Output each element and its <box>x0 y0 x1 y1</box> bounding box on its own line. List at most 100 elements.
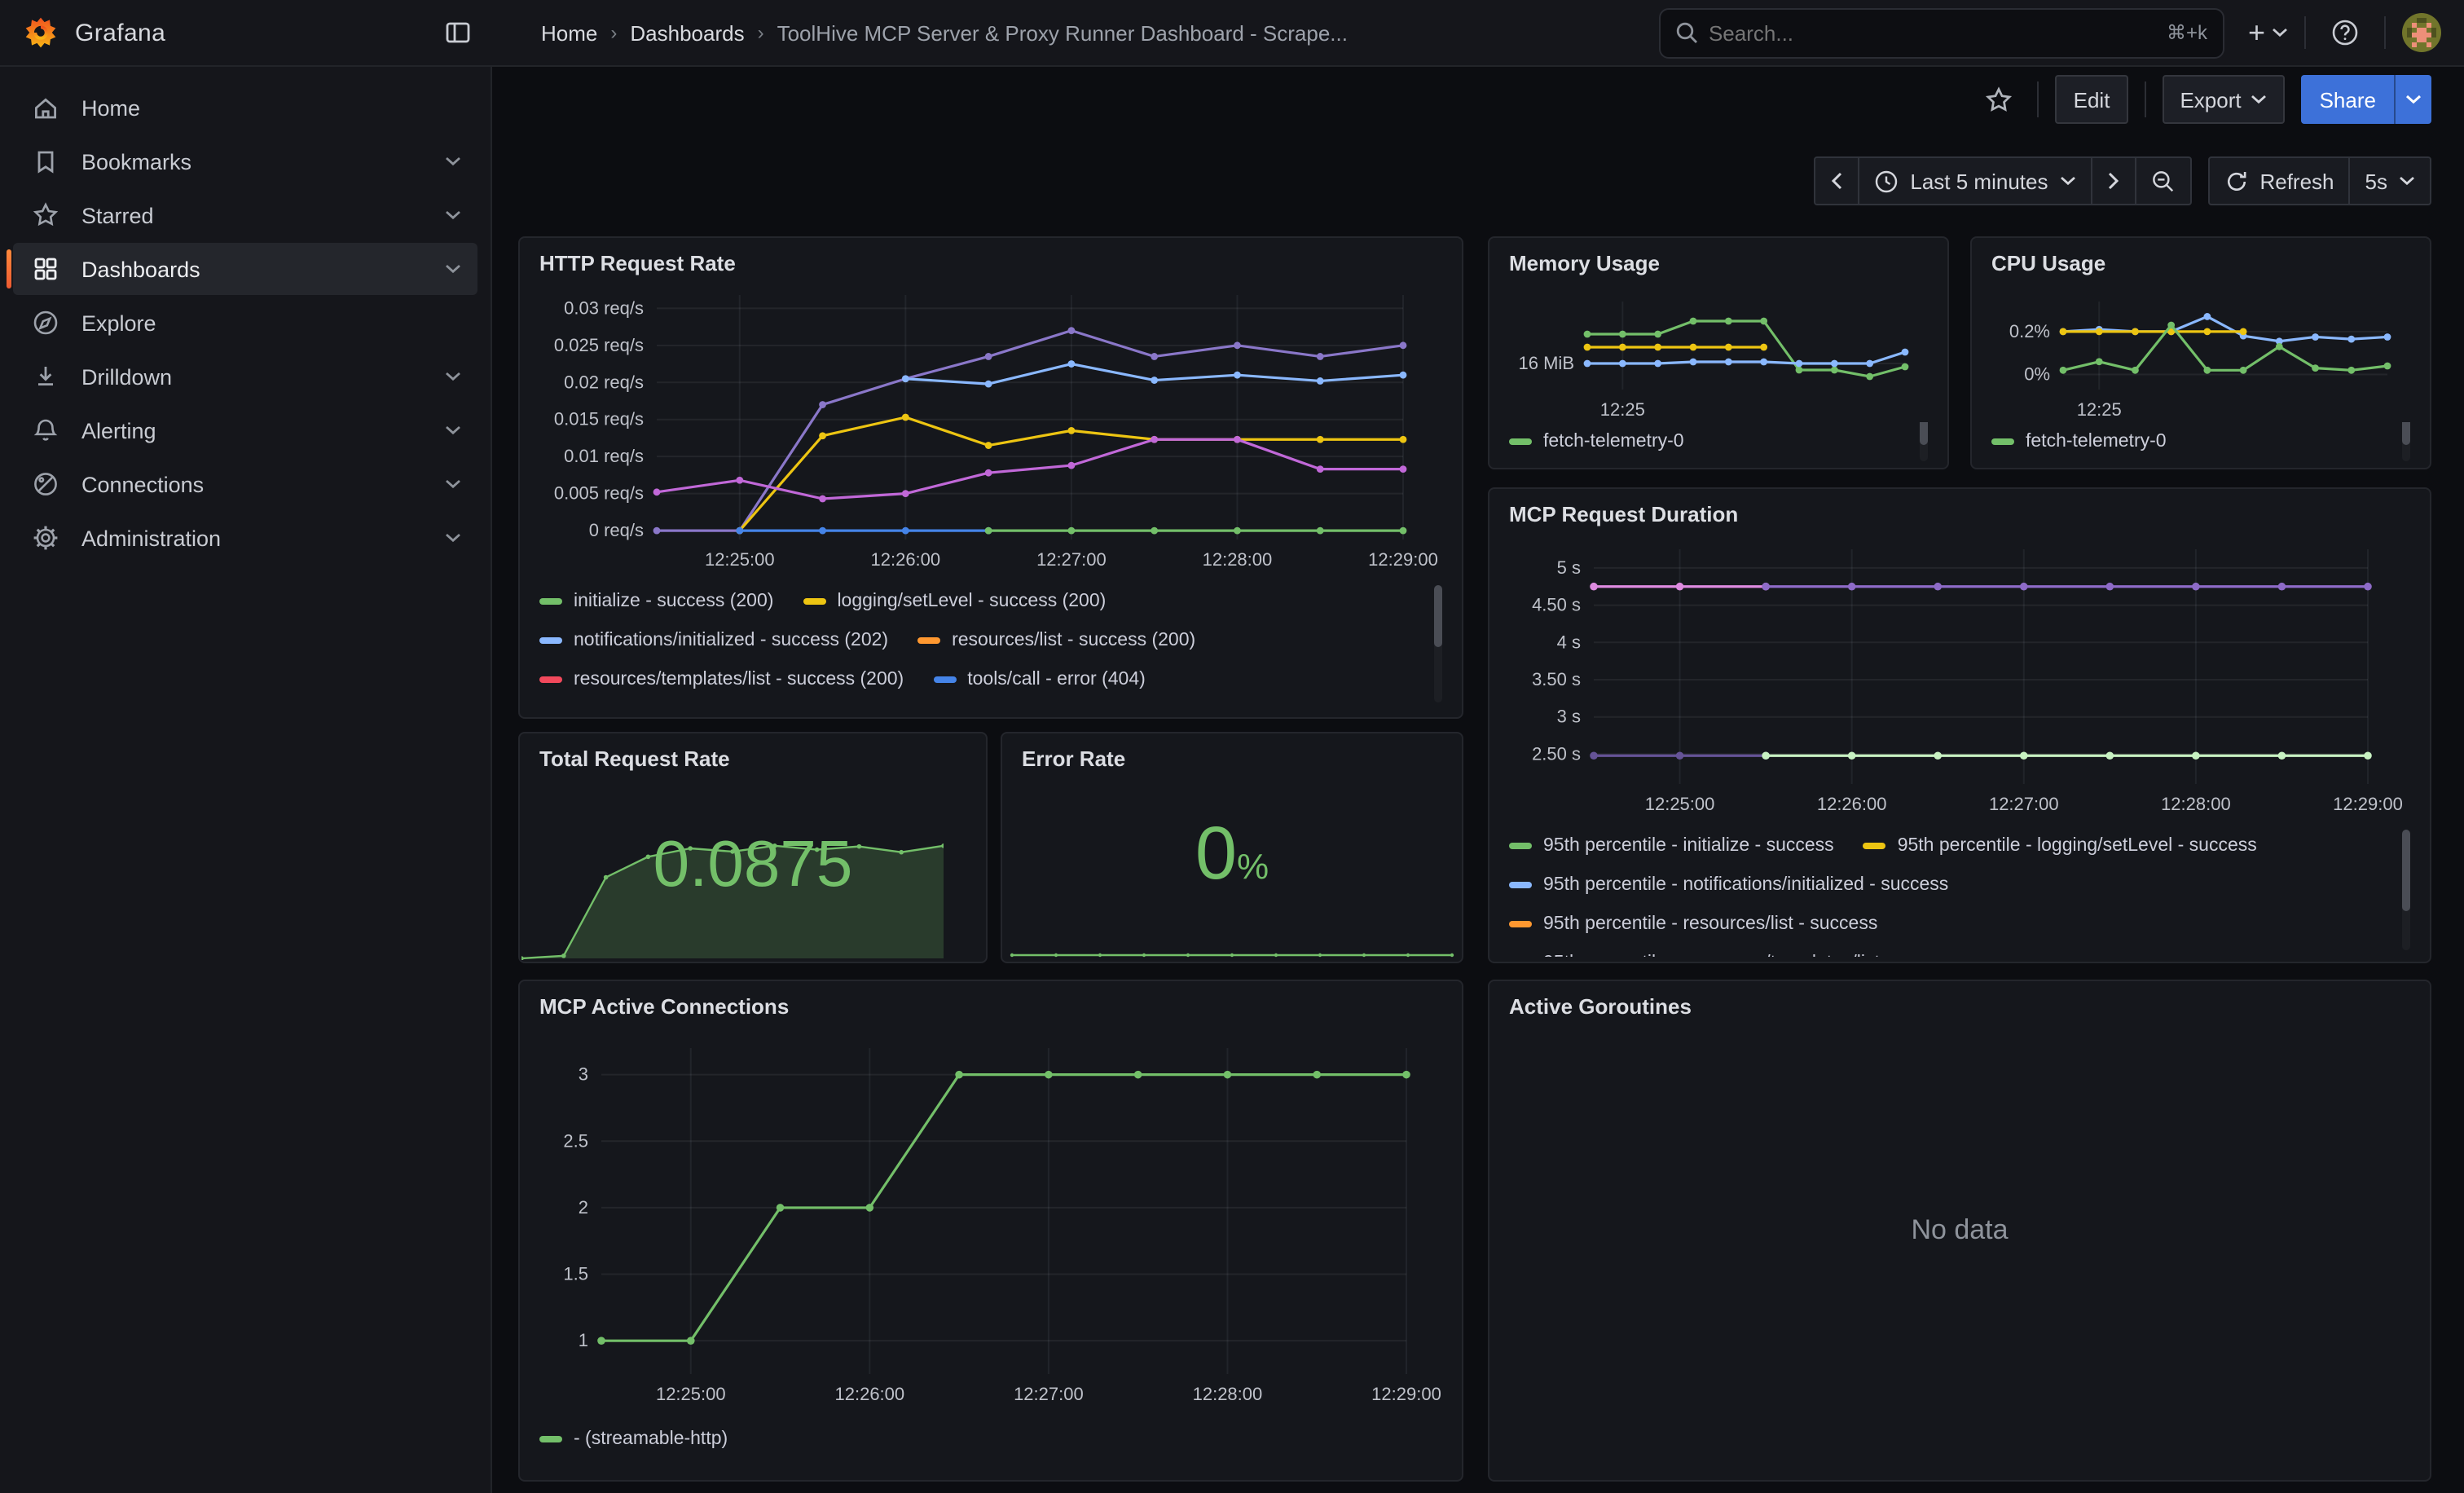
legend-item[interactable]: resources/list - success (200) <box>917 631 1195 650</box>
memory-usage-chart[interactable]: 16 MiB12:25 <box>1506 282 1931 419</box>
sidebar-item-home[interactable]: Home <box>13 81 477 134</box>
svg-text:0.03 req/s: 0.03 req/s <box>564 297 644 318</box>
svg-text:3.50 s: 3.50 s <box>1532 669 1581 689</box>
chevron-down-icon[interactable] <box>445 479 461 489</box>
sidebar-item-dashboards[interactable]: Dashboards <box>13 243 477 295</box>
refresh-group: Refresh 5s <box>2207 156 2431 205</box>
legend-scrollbar-thumb[interactable] <box>1434 585 1442 647</box>
sidebar-item-bookmarks[interactable]: Bookmarks <box>13 135 477 187</box>
sidebar-toggle-icon[interactable] <box>443 18 473 47</box>
panel-title[interactable]: Total Request Rate <box>520 733 986 777</box>
sidebar-item-label: Administration <box>81 526 221 550</box>
breadcrumb-home[interactable]: Home <box>541 20 597 45</box>
svg-text:4.50 s: 4.50 s <box>1532 595 1581 615</box>
svg-text:16 MiB: 16 MiB <box>1519 353 1574 373</box>
zoom-out-button[interactable] <box>2134 156 2191 205</box>
panel-title[interactable]: CPU Usage <box>1972 238 2430 282</box>
panel-title[interactable]: Active Goroutines <box>1489 981 2430 1025</box>
error-rate-sparkline[interactable] <box>1009 869 1455 960</box>
total-request-rate-sparkline[interactable] <box>521 830 944 960</box>
dashboards-grid-icon <box>29 254 62 284</box>
refresh-button[interactable]: Refresh <box>2207 156 2350 205</box>
legend-item[interactable]: initialize - success (200) <box>539 592 773 611</box>
divider <box>2384 16 2386 49</box>
panel-title[interactable]: HTTP Request Rate <box>520 238 1462 282</box>
panel-error-rate: Error Rate 0% <box>1001 732 1463 963</box>
panel-title[interactable]: MCP Request Duration <box>1489 489 2430 533</box>
legend-item[interactable]: fetch-telemetry-0 <box>1509 432 1684 451</box>
legend-item[interactable]: logging/setLevel - success (200) <box>803 592 1106 611</box>
sidebar-item-label: Dashboards <box>81 257 200 281</box>
search-icon <box>1676 21 1699 44</box>
svg-text:12:28:00: 12:28:00 <box>1193 1384 1263 1404</box>
time-range-picker[interactable]: Last 5 minutes <box>1858 156 2092 205</box>
legend-item[interactable]: - (streamable-http) <box>539 1429 728 1449</box>
mcp-request-duration-legend: 95th percentile - initialize - success 95… <box>1509 826 2410 957</box>
legend-item[interactable]: resources/templates/list - success (200) <box>539 670 904 689</box>
panel-memory-usage: Memory Usage 16 MiB12:25 fetch-telemetry… <box>1488 236 1949 469</box>
search-field[interactable] <box>1699 20 2167 45</box>
legend-item[interactable]: 95th percentile - resources/templates/li… <box>1509 953 1964 957</box>
sidebar-item-starred[interactable]: Starred <box>13 189 477 241</box>
share-menu-chevron[interactable] <box>2394 75 2431 124</box>
breadcrumb-dashboards[interactable]: Dashboards <box>630 20 744 45</box>
time-shift-forward-button[interactable] <box>2090 156 2136 205</box>
breadcrumb-current-page: ToolHive MCP Server & Proxy Runner Dashb… <box>777 20 1348 45</box>
bookmark-icon <box>29 147 62 176</box>
svg-text:0.005 req/s: 0.005 req/s <box>554 483 644 504</box>
svg-text:0%: 0% <box>2024 364 2050 385</box>
svg-text:12:25:00: 12:25:00 <box>1645 794 1715 814</box>
mcp-request-duration-chart[interactable]: 2.50 s3 s3.50 s4 s4.50 s5 s12:25:0012:26… <box>1506 533 2413 823</box>
favorite-star-icon[interactable] <box>1976 77 2022 122</box>
svg-text:0.015 req/s: 0.015 req/s <box>554 409 644 429</box>
panel-title[interactable]: Memory Usage <box>1489 238 1947 282</box>
svg-text:1.5: 1.5 <box>563 1264 588 1284</box>
refresh-icon <box>2224 169 2248 193</box>
legend-scrollbar-thumb[interactable] <box>1920 422 1928 445</box>
legend-item[interactable]: tools/call - error (404) <box>933 670 1146 689</box>
legend-scrollbar-thumb[interactable] <box>2402 422 2410 445</box>
legend-item[interactable]: fetch-telemetry-0 <box>1991 432 2167 451</box>
refresh-interval-picker[interactable]: 5s <box>2349 156 2431 205</box>
legend-item[interactable]: 95th percentile - initialize - success <box>1509 836 1834 856</box>
chevron-down-icon[interactable] <box>445 210 461 220</box>
edit-button[interactable]: Edit <box>2056 75 2128 124</box>
search-input[interactable]: ⌘+k <box>1660 7 2225 58</box>
help-icon[interactable] <box>2322 10 2368 55</box>
sidebar-item-administration[interactable]: Administration <box>13 512 477 564</box>
chevron-down-icon[interactable] <box>445 425 461 435</box>
chevron-down-icon[interactable] <box>445 264 461 274</box>
svg-text:2.5: 2.5 <box>563 1130 588 1151</box>
sidebar-item-explore[interactable]: Explore <box>13 297 477 349</box>
export-button[interactable]: Export <box>2162 75 2285 124</box>
legend-row: 95th percentile - notifications/initiali… <box>1509 865 2410 905</box>
user-avatar[interactable] <box>2402 13 2441 52</box>
legend-color-pill <box>917 637 940 644</box>
grafana-logo-icon[interactable] <box>23 15 59 51</box>
legend-item[interactable]: notifications/initialized - success (202… <box>539 631 888 650</box>
legend-color-pill <box>1509 438 1532 445</box>
panel-title[interactable]: MCP Active Connections <box>520 981 1462 1025</box>
http-request-rate-chart[interactable]: 0 req/s0.005 req/s0.01 req/s0.015 req/s0… <box>536 282 1445 579</box>
chevron-down-icon[interactable] <box>445 156 461 166</box>
legend-scrollbar-thumb[interactable] <box>2402 830 2410 911</box>
brand-name: Grafana <box>75 19 165 46</box>
legend-item[interactable]: 95th percentile - logging/setLevel - suc… <box>1863 836 2257 856</box>
chevron-down-icon[interactable] <box>445 533 461 543</box>
share-button[interactable]: Share <box>2302 75 2394 124</box>
legend-item[interactable]: 95th percentile - resources/list - succe… <box>1509 914 1877 934</box>
sidebar-item-alerting[interactable]: Alerting <box>13 404 477 456</box>
chevron-down-icon[interactable] <box>445 372 461 381</box>
mcp-active-connections-chart[interactable]: 11.522.5312:25:0012:26:0012:27:0012:28:0… <box>536 1025 1445 1416</box>
refresh-label: Refresh <box>2259 169 2334 193</box>
panel-title[interactable]: Error Rate <box>1002 733 1462 777</box>
time-shift-back-button[interactable] <box>1814 156 1859 205</box>
cpu-usage-chart[interactable]: 0.2%0%12:25 <box>1988 282 2413 419</box>
legend-row: initialize - success (200) logging/setLev… <box>539 582 1442 621</box>
legend-row: 95th percentile - resources/templates/li… <box>1509 944 2410 957</box>
svg-text:12:25: 12:25 <box>2077 399 2122 419</box>
sidebar-item-drilldown[interactable]: Drilldown <box>13 350 477 403</box>
sidebar-item-connections[interactable]: Connections <box>13 458 477 510</box>
new-button[interactable]: + <box>2248 18 2288 47</box>
legend-item[interactable]: 95th percentile - notifications/initiali… <box>1509 875 1948 895</box>
